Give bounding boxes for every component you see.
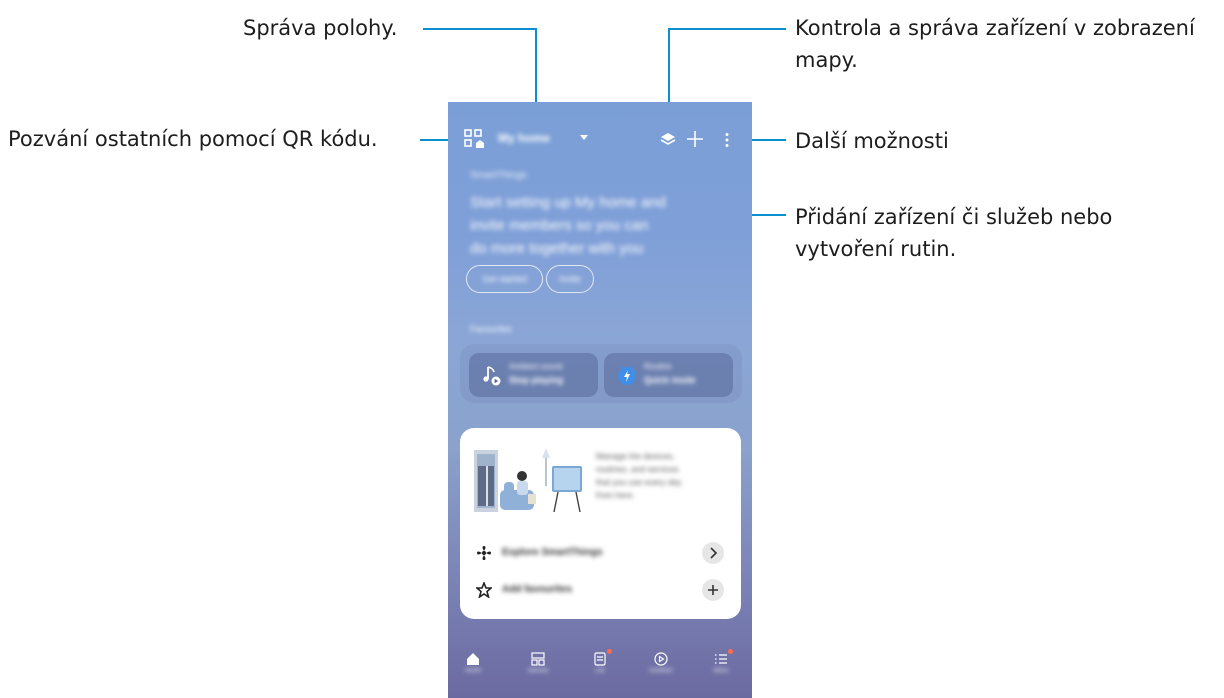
life-icon <box>585 652 615 668</box>
nav-menu[interactable]: Menu <box>706 649 736 674</box>
promo-row-add-favourites[interactable]: Add favourites <box>460 575 741 605</box>
devices-icon <box>523 652 553 668</box>
promo-text-line-2: routines, and services <box>596 464 679 474</box>
nav-home-label: Home <box>464 668 481 674</box>
welcome-section: SmartThings Start setting up My home and… <box>470 170 730 260</box>
favorite-tile-routine-line2: Quick mode <box>644 375 696 385</box>
location-name: My home <box>498 131 551 145</box>
promo-text: Manage the devices, routines, and servic… <box>596 450 731 502</box>
routines-icon <box>646 652 676 668</box>
nav-life[interactable]: Life <box>585 649 615 674</box>
welcome-line-1: Start setting up My home and <box>470 194 666 211</box>
add-icon[interactable] <box>686 130 704 148</box>
promo-row-explore[interactable]: Explore SmartThings <box>460 538 741 568</box>
plus-icon[interactable] <box>702 579 724 601</box>
favorite-tile-ambient-line2: Stop playing <box>509 375 563 385</box>
promo-row-add-favourites-label: Add favourites <box>502 584 573 595</box>
welcome-line-3: do more together with you <box>470 240 644 257</box>
welcome-title: SmartThings <box>470 170 527 181</box>
leader-line-map-view <box>668 28 786 30</box>
favorite-tile-ambient[interactable]: Ambient sound Stop playing <box>469 353 598 397</box>
nav-life-label: Life <box>595 668 605 674</box>
promo-row-explore-label: Explore SmartThings <box>502 547 603 558</box>
annotation-map-view-line2: mapy. <box>795 48 858 72</box>
nav-routines[interactable]: Routines <box>646 652 676 674</box>
more-options-icon[interactable] <box>724 132 730 148</box>
promo-text-line-1: Manage the devices, <box>596 451 675 461</box>
annotation-map-view-line1: Kontrola a správa zařízení v zobrazení <box>795 16 1195 40</box>
phone-screen: My home SmartThings Start setting up My … <box>448 102 752 698</box>
home-icon <box>458 652 488 668</box>
get-started-label: Get started <box>482 274 527 284</box>
nav-menu-label: Menu <box>713 668 729 674</box>
welcome-line-2: invite members so you can <box>470 217 649 234</box>
promo-card: Manage the devices, routines, and servic… <box>460 428 741 619</box>
star-icon <box>474 580 494 599</box>
routine-icon <box>616 364 638 386</box>
annotation-add-line2: vytvoření rutin. <box>795 237 957 261</box>
nav-routines-label: Routines <box>649 668 673 674</box>
menu-icon <box>706 652 736 668</box>
nav-devices[interactable]: Devices <box>523 652 553 674</box>
annotation-add-line1: Přidání zařízení či služeb nebo <box>795 205 1113 229</box>
location-selector[interactable]: My home <box>498 131 588 147</box>
life-badge <box>607 649 612 654</box>
annotation-location: Správa polohy. <box>243 16 398 40</box>
menu-badge <box>728 649 733 654</box>
annotation-qr-invite: Pozvání ostatních pomocí QR kódu. <box>8 127 378 151</box>
promo-text-line-4: from here. <box>596 490 635 500</box>
nav-home[interactable]: Home <box>458 652 488 674</box>
location-dropdown-icon[interactable] <box>580 135 588 140</box>
music-note-icon <box>481 364 503 386</box>
leader-line-location <box>423 28 536 30</box>
favorite-tile-routine-line1: Routine <box>644 362 672 371</box>
favorite-tile-routine[interactable]: Routine Quick mode <box>604 353 733 397</box>
nav-devices-label: Devices <box>527 668 549 674</box>
fan-icon <box>476 545 492 561</box>
promo-illustration <box>474 446 586 516</box>
favorites-title: Favourites <box>470 324 513 334</box>
invite-button[interactable]: Invite <box>546 265 594 293</box>
favorites-panel: Ambient sound Stop playing Routine Quick… <box>460 344 742 403</box>
chevron-right-icon[interactable] <box>702 542 724 564</box>
qr-invite-icon[interactable] <box>463 128 487 150</box>
get-started-button[interactable]: Get started <box>466 265 543 293</box>
bottom-navigation: Home Devices Life Routines Menu <box>448 642 752 698</box>
map-view-icon[interactable] <box>660 132 676 148</box>
favorite-tile-ambient-line1: Ambient sound <box>509 362 563 371</box>
promo-text-line-3: that you use every day <box>596 477 682 487</box>
invite-label: Invite <box>559 274 581 284</box>
annotation-more-options: Další možnosti <box>795 129 949 153</box>
